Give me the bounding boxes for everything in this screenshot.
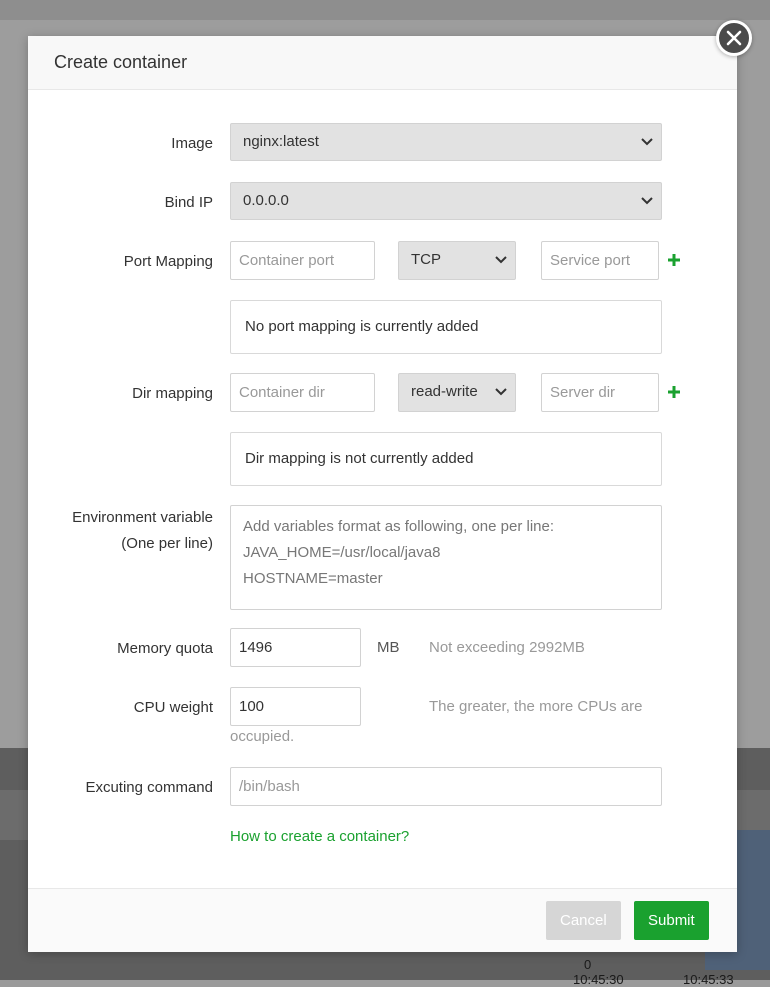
modal-footer: Cancel Submit	[28, 888, 737, 952]
env-placeholder-line: JAVA_HOME=/usr/local/java8	[243, 544, 441, 561]
bind-ip-select[interactable]: 0.0.0.0	[230, 182, 662, 220]
dir-mode-select-value: read-write	[411, 383, 478, 400]
cpu-label: CPU weight	[133, 699, 213, 716]
bind-ip-label: Bind IP	[164, 194, 213, 211]
close-icon	[726, 30, 742, 46]
how-to-create-link[interactable]: How to create a container?	[230, 828, 409, 845]
bind-ip-select-value: 0.0.0.0	[243, 192, 289, 209]
chevron-down-icon	[495, 256, 507, 264]
protocol-select-value: TCP	[411, 251, 441, 268]
add-port-mapping-button[interactable]	[667, 248, 681, 272]
env-label-line2: (One per line)	[121, 535, 213, 552]
command-input[interactable]: /bin/bash	[230, 767, 662, 806]
dir-mapping-label: Dir mapping	[132, 385, 213, 402]
memory-input[interactable]: 1496	[230, 628, 361, 667]
container-port-input[interactable]: Container port	[230, 241, 375, 280]
port-mapping-label: Port Mapping	[123, 253, 213, 270]
plus-icon	[668, 386, 680, 398]
service-port-input[interactable]: Service port	[541, 241, 659, 280]
cpu-hint: The greater, the more CPUs are	[429, 698, 643, 715]
memory-unit: MB	[377, 639, 400, 656]
dir-mode-select[interactable]: read-write	[398, 373, 516, 412]
cancel-button[interactable]: Cancel	[546, 901, 621, 940]
dir-mapping-empty-box: Dir mapping is not currently added	[230, 432, 662, 486]
memory-label: Memory quota	[117, 640, 213, 657]
chevron-down-icon	[641, 197, 653, 205]
port-mapping-empty-box: No port mapping is currently added	[230, 300, 662, 354]
image-label: Image	[171, 135, 213, 152]
cpu-hint-continued: occupied.	[230, 728, 295, 745]
protocol-select[interactable]: TCP	[398, 241, 516, 280]
chevron-down-icon	[495, 388, 507, 396]
env-placeholder-line: Add variables format as following, one p…	[243, 518, 555, 535]
background-topbar	[0, 0, 770, 20]
create-container-modal: Create container Image nginx:latest Bind…	[28, 36, 737, 952]
env-textarea[interactable]: Add variables format as following, one p…	[230, 505, 662, 610]
server-dir-input[interactable]: Server dir	[541, 373, 659, 412]
container-dir-input[interactable]: Container dir	[230, 373, 375, 412]
command-label: Excuting command	[85, 779, 213, 796]
env-label-line1: Environment variable	[72, 509, 213, 526]
memory-hint: Not exceeding 2992MB	[429, 639, 585, 656]
submit-button[interactable]: Submit	[634, 901, 709, 940]
close-button[interactable]	[716, 20, 752, 56]
background-axis-zero: 0	[584, 957, 592, 972]
add-dir-mapping-button[interactable]	[667, 380, 681, 404]
modal-title: Create container	[28, 36, 737, 90]
image-select-value: nginx:latest	[243, 133, 319, 150]
chevron-down-icon	[641, 138, 653, 146]
plus-icon	[668, 254, 680, 266]
env-placeholder-line: HOSTNAME=master	[243, 570, 383, 587]
cpu-input[interactable]: 100	[230, 687, 361, 726]
image-select[interactable]: nginx:latest	[230, 123, 662, 161]
